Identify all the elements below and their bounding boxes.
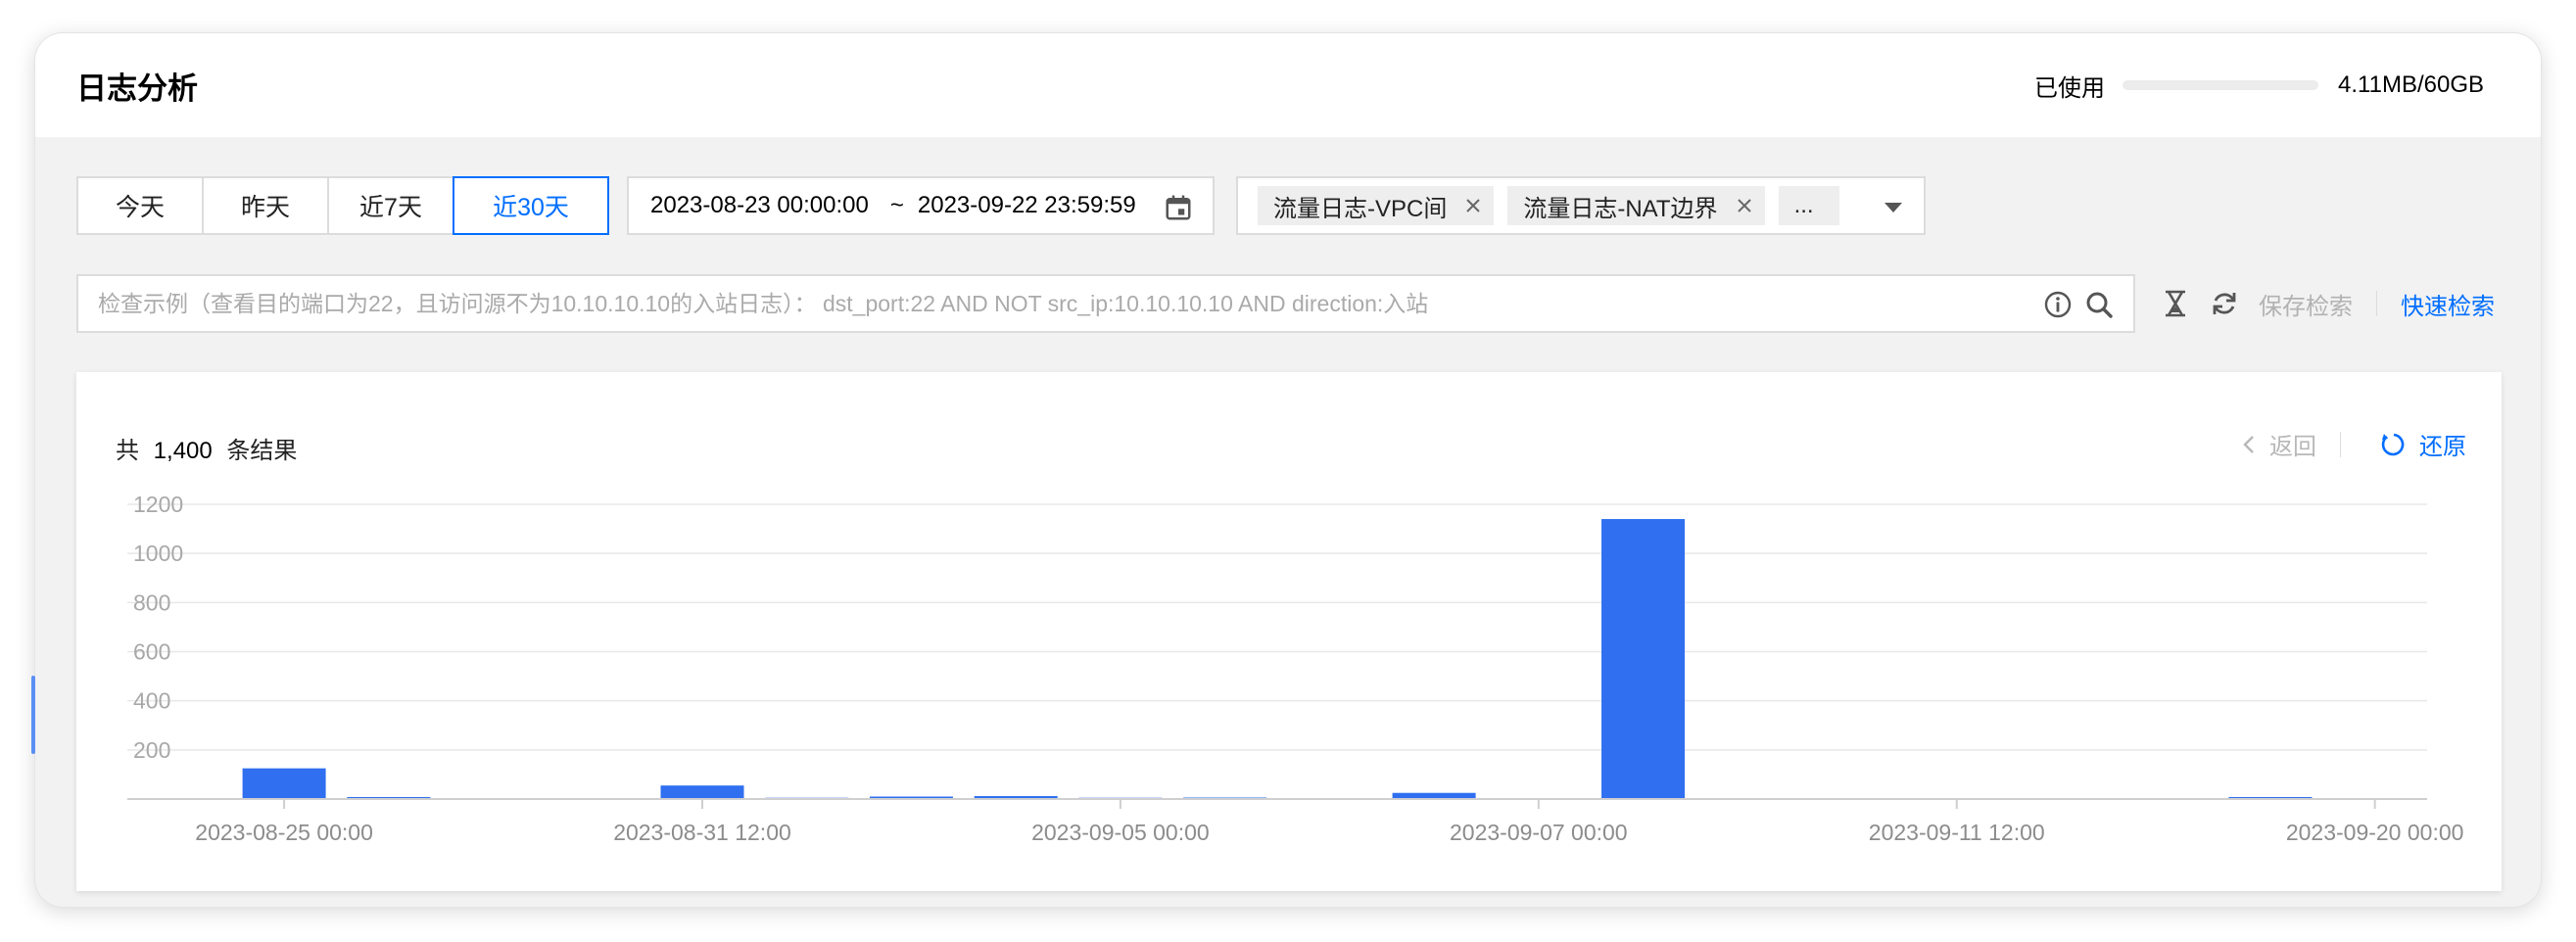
refresh-icon[interactable] [2210, 289, 2239, 318]
y-tick-label: 200 [133, 737, 170, 763]
date-tab-last-7-days[interactable]: 近7天 [327, 176, 454, 235]
search-icon[interactable] [2084, 290, 2114, 319]
date-tab-yesterday[interactable]: 昨天 [202, 176, 329, 235]
page-header: 日志分析 已使用 4.11MB/60GB [35, 33, 2541, 137]
y-tick-label: 1200 [133, 492, 183, 517]
x-tick-label: 2023-08-31 12:00 [613, 820, 791, 845]
result-card: 共 1,400 条结果 返回 还原 200 400 600 800 1000 1200 20… [76, 372, 2502, 891]
y-tick-label: 600 [133, 639, 170, 665]
x-tick-label: 2023-09-07 00:00 [1450, 820, 1628, 845]
divider [2376, 291, 2377, 316]
x-tick-label: 2023-09-05 00:00 [1031, 820, 1210, 845]
y-tick-label: 1000 [133, 541, 183, 566]
date-range-start: 2023-08-23 00:00:00 [650, 192, 869, 218]
chart-bar [660, 785, 744, 799]
date-range-separator: ~ [889, 192, 904, 218]
hourglass-icon[interactable] [2161, 289, 2190, 318]
search-box [76, 274, 2135, 333]
side-accent [31, 676, 35, 754]
x-tick-label: 2023-09-11 12:00 [1869, 820, 2045, 845]
log-tag-more[interactable]: ... [1778, 186, 1839, 225]
date-tab-last-30-days[interactable]: 近30天 [453, 176, 609, 235]
log-tag-label: 流量日志-VPC间 [1273, 195, 1448, 222]
search-actions: 保存检索 快速检索 [2161, 274, 2495, 333]
calendar-icon[interactable] [1164, 193, 1193, 222]
y-tick-label: 800 [133, 589, 170, 615]
close-icon[interactable] [1736, 197, 1753, 214]
date-tab-today[interactable]: 今天 [76, 176, 204, 235]
log-analysis-window: 日志分析 已使用 4.11MB/60GB 今天 昨天 近7天 近30天 2023… [35, 33, 2541, 907]
log-tag-vpc: 流量日志-VPC间 [1258, 186, 1495, 225]
chevron-down-icon[interactable] [1884, 203, 1902, 212]
close-icon[interactable] [1464, 197, 1482, 214]
log-tag-label: 流量日志-NAT边界 [1523, 195, 1718, 222]
usage-progress-bar [2123, 80, 2319, 90]
search-input[interactable] [98, 290, 1979, 317]
quick-search-button[interactable]: 快速检索 [2401, 287, 2495, 321]
usage-label: 已使用 [2034, 74, 2106, 102]
save-search-button[interactable]: 保存检索 [2259, 287, 2353, 321]
x-tick-label: 2023-08-25 00:00 [195, 820, 373, 845]
log-count-bar-chart: 200 400 600 800 1000 1200 2023-08-25 00:00 2023… [127, 492, 2464, 845]
date-range-end: 2023-09-22 23:59:59 [917, 192, 1136, 218]
usage-value: 4.11MB/60GB [2338, 71, 2484, 98]
info-icon[interactable] [2043, 290, 2073, 319]
y-tick-label: 400 [133, 688, 170, 714]
x-tick-label: 2023-09-20 00:00 [2286, 820, 2464, 845]
chart-bar [242, 768, 326, 799]
date-range-picker[interactable]: 2023-08-23 00:00:00 ~ 2023-09-22 23:59:5… [627, 176, 1215, 235]
page-title: 日志分析 [76, 71, 198, 106]
chart-bar [1601, 519, 1686, 799]
log-source-select[interactable]: 流量日志-VPC间 流量日志-NAT边界 ... [1236, 176, 1926, 235]
date-shortcut-tabs: 今天 昨天 近7天 近30天 [76, 176, 609, 235]
log-tag-nat: 流量日志-NAT边界 [1507, 186, 1765, 225]
storage-usage: 已使用 4.11MB/60GB [2034, 69, 2484, 103]
